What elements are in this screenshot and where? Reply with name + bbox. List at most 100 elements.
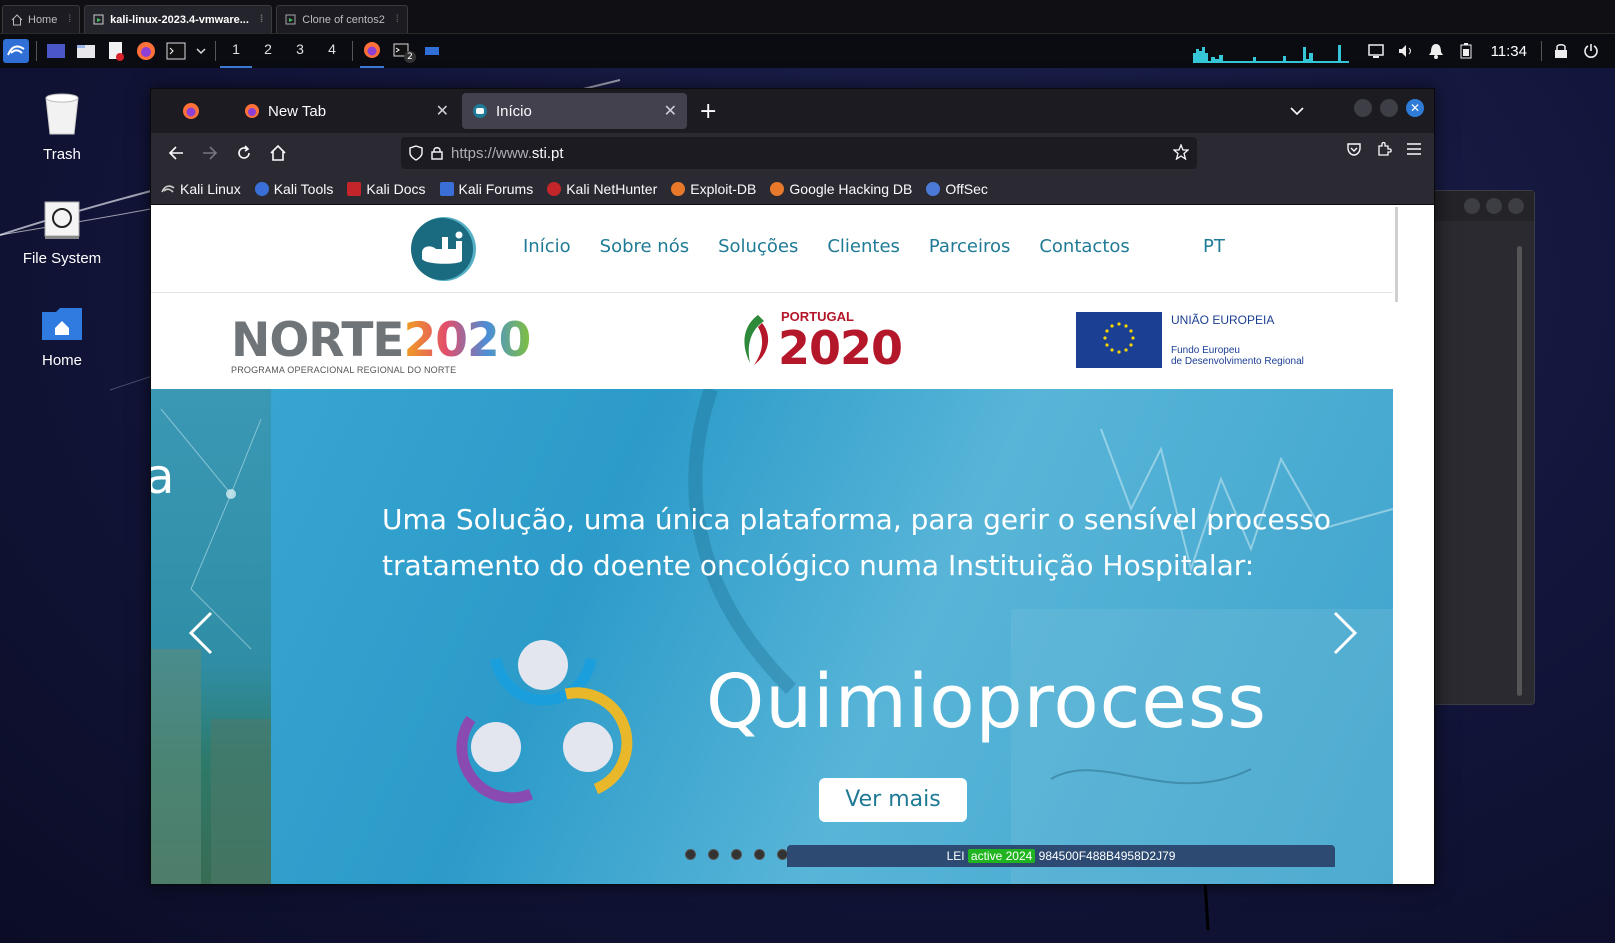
scrollbar-thumb[interactable] (1395, 207, 1398, 302)
scrollbar[interactable] (1517, 246, 1522, 696)
desktop-icon-file-system[interactable]: File System (2, 200, 122, 267)
ver-mais-button[interactable]: Ver mais (819, 778, 967, 822)
taskbar-firefox-icon[interactable] (360, 34, 384, 68)
page-scrollbar[interactable] (1393, 205, 1434, 884)
carousel-dot[interactable] (754, 849, 765, 860)
offsec-icon (926, 181, 941, 196)
menu-contactos[interactable]: Contactos (1039, 236, 1129, 257)
text-editor-icon[interactable] (104, 39, 128, 63)
home-button[interactable] (263, 138, 293, 168)
taskbar-terminal-icon[interactable]: 2 (390, 39, 416, 63)
vmware-tab-strip: Home ⁞ kali-linux-2023.4-vmware... ⁞ Clo… (0, 0, 1615, 34)
display-icon[interactable] (1364, 39, 1388, 63)
chevron-down-icon[interactable] (194, 39, 208, 63)
bookmark-kali-forums[interactable]: Kali Forums (439, 181, 533, 197)
hamburger-menu-icon[interactable] (1406, 141, 1422, 161)
bookmark-kali-linux[interactable]: Kali Linux (161, 181, 241, 197)
lei-status-badge: active 2024 (967, 849, 1036, 863)
sti-logo[interactable] (406, 215, 481, 283)
lei-badge-bar[interactable]: LEI active 2024 984500F488B4958D2J79 (787, 845, 1335, 867)
volume-icon[interactable] (1394, 39, 1418, 63)
file-manager-icon[interactable] (74, 39, 98, 63)
kali-forums-icon (439, 181, 454, 196)
minimize-button[interactable] (1354, 99, 1372, 117)
list-all-tabs-icon[interactable] (1290, 101, 1304, 120)
bookmark-google-hacking-db[interactable]: Google Hacking DB (770, 181, 912, 197)
minimize-button[interactable] (1464, 198, 1480, 214)
new-tab-button[interactable]: + (699, 99, 717, 124)
vm-tab-label: Clone of centos2 (302, 13, 385, 26)
bookmark-star-icon[interactable] (1172, 143, 1190, 164)
carousel-indicators (685, 849, 788, 860)
browser-tab-new-tab[interactable]: New Tab ✕ (234, 93, 459, 129)
carousel-dot[interactable] (708, 849, 719, 860)
close-tab-icon[interactable]: ✕ (664, 101, 677, 121)
reload-button[interactable] (229, 138, 259, 168)
tab-label: New Tab (268, 102, 327, 120)
top-panel: 1 2 3 4 2 11:34 (0, 34, 1615, 68)
shield-icon[interactable] (409, 145, 423, 161)
language-selector[interactable]: PT (1203, 236, 1225, 257)
close-tab-icon[interactable]: ✕ (436, 101, 449, 121)
bookmark-kali-tools[interactable]: Kali Tools (254, 181, 333, 197)
firefox-launcher-icon[interactable] (134, 39, 158, 63)
back-button[interactable] (161, 138, 191, 168)
lock-icon[interactable] (1549, 39, 1573, 63)
carousel-next-arrow-icon[interactable] (1329, 611, 1359, 656)
kali-tools-icon (254, 181, 269, 196)
bookmark-kali-docs[interactable]: Kali Docs (347, 181, 426, 197)
menu-solucoes[interactable]: Soluções (718, 236, 798, 257)
menu-parceiros[interactable]: Parceiros (929, 236, 1010, 257)
close-button[interactable] (1508, 198, 1524, 214)
vm-tab-kali[interactable]: kali-linux-2023.4-vmware... ⁞ (84, 5, 273, 33)
eu-subtitle: Fundo Europeu de Desenvolvimento Regiona… (1171, 345, 1304, 367)
pocket-icon[interactable] (1346, 141, 1362, 161)
portugal2020-emblem (744, 315, 769, 365)
workspace-3[interactable]: 3 (284, 34, 316, 68)
battery-icon[interactable] (1454, 39, 1478, 63)
vm-tab-home[interactable]: Home ⁞ (2, 5, 81, 33)
terminal-launcher-icon[interactable] (164, 39, 188, 63)
carousel-dot[interactable] (731, 849, 742, 860)
notification-bell-icon[interactable] (1424, 39, 1448, 63)
maximize-button[interactable] (1380, 99, 1398, 117)
taskbar-window-icon[interactable] (420, 39, 444, 63)
maximize-button[interactable] (1486, 198, 1502, 214)
lock-icon[interactable] (431, 146, 443, 160)
eu-flag (1076, 312, 1162, 368)
home-folder-icon (2, 306, 122, 346)
vm-tab-centos[interactable]: Clone of centos2 ⁞ (276, 5, 408, 33)
bookmarks-toolbar: Kali Linux Kali Tools Kali Docs Kali For… (151, 173, 1434, 205)
extensions-icon[interactable] (1376, 141, 1392, 161)
exploit-db-icon (671, 181, 686, 196)
workspace-4[interactable]: 4 (316, 34, 348, 68)
workspace-1[interactable]: 1 (220, 34, 252, 68)
kali-menu-icon[interactable] (3, 39, 29, 63)
url-bar[interactable]: https://www.sti.pt (401, 137, 1197, 169)
firefox-view-icon[interactable] (151, 102, 231, 120)
url-text[interactable]: https://www.sti.pt (451, 145, 564, 162)
bookmark-offsec[interactable]: OffSec (926, 181, 988, 197)
close-window-button[interactable]: ✕ (1406, 99, 1424, 117)
panel-clock[interactable]: 11:34 (1491, 43, 1527, 60)
power-icon[interactable] (1579, 39, 1603, 63)
forward-button[interactable] (195, 138, 225, 168)
menu-clientes[interactable]: Clientes (827, 236, 900, 257)
browser-tab-inicio[interactable]: Início ✕ (462, 93, 687, 129)
workspace-2[interactable]: 2 (252, 34, 284, 68)
panel-separator (215, 41, 216, 61)
hero-tagline: Uma Solução, uma única plataforma, para … (382, 503, 1332, 582)
bookmark-kali-nethunter[interactable]: Kali NetHunter (547, 181, 657, 197)
desktop-icon-trash[interactable]: Trash (2, 92, 122, 163)
carousel-dot[interactable] (685, 849, 696, 860)
panel-separator (1541, 41, 1542, 61)
vm-icon (285, 14, 297, 26)
desktop-icon-home[interactable]: Home (2, 306, 122, 369)
bookmark-exploit-db[interactable]: Exploit-DB (671, 181, 756, 197)
carousel-prev-arrow-icon[interactable] (187, 611, 217, 656)
show-desktop-icon[interactable] (44, 39, 68, 63)
sponsor-banner: NORTE2020 PROGRAMA OPERACIONAL REGIONAL … (151, 293, 1393, 389)
hero-background-art (688, 389, 1393, 884)
menu-sobre-nos[interactable]: Sobre nós (600, 236, 689, 257)
menu-inicio[interactable]: Início (523, 236, 571, 257)
